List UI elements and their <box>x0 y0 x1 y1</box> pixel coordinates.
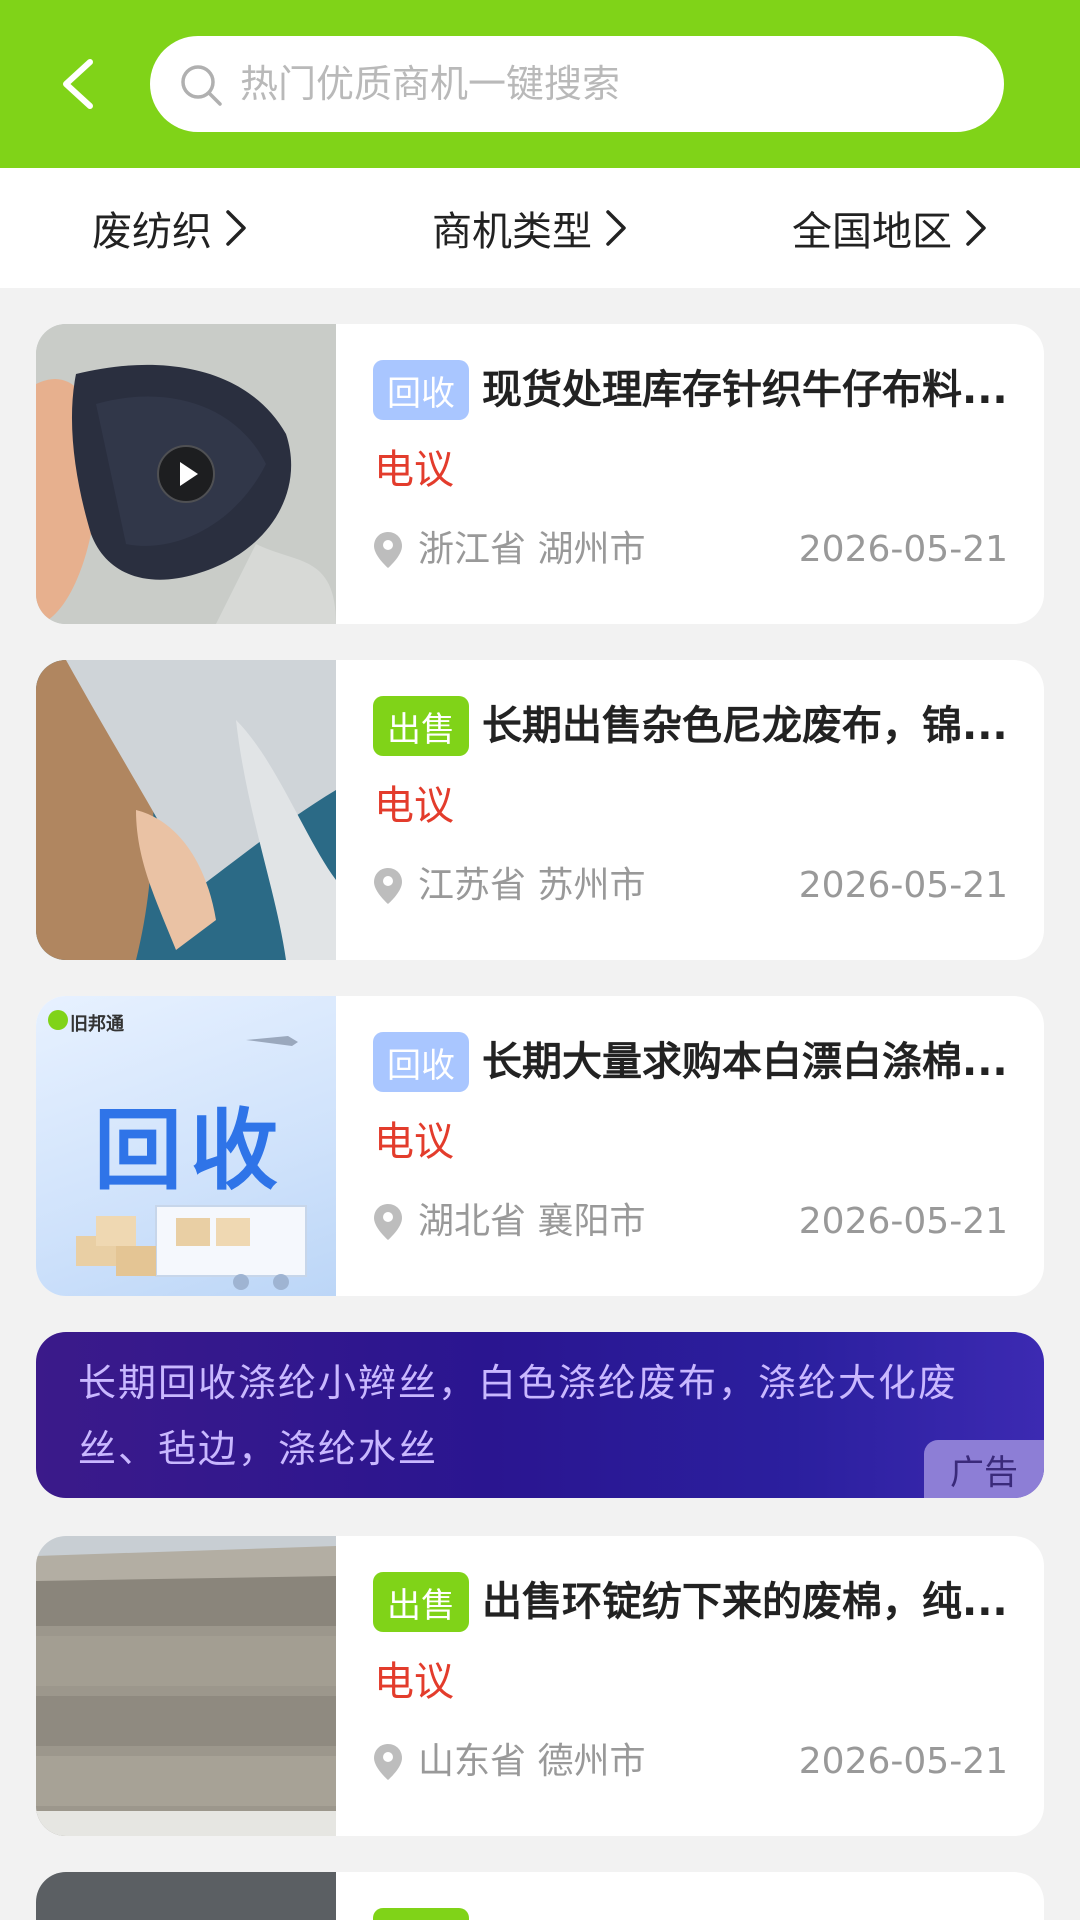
listing-location: 浙江省 湖州市 <box>418 529 646 570</box>
filter-bar: 废纺织 商机类型 全国地区 <box>0 168 1080 288</box>
play-icon[interactable] <box>156 444 216 504</box>
listing-date: 2026-05-21 <box>798 865 1008 906</box>
tag-badge: 出售 <box>373 1572 469 1632</box>
chevron-left-icon <box>63 59 93 109</box>
search-bar[interactable] <box>150 36 1004 132</box>
ad-text: 长期回收涤纶小辫丝，白色涤纶废布，涤纶大化废丝、毡边，涤纶水丝 <box>78 1361 959 1471</box>
listing-price: 电议 <box>374 447 454 493</box>
listing-card-partial[interactable] <box>36 1872 1044 1920</box>
listing-date: 2026-05-21 <box>798 1201 1008 1242</box>
listing-card[interactable]: 出售 长期出售杂色尼龙废布，锦... 电议 江苏省 苏州市 2026-05-21 <box>36 660 1044 960</box>
back-button[interactable] <box>52 52 112 116</box>
tag-badge: 出售 <box>373 696 469 756</box>
top-bar <box>0 0 1080 168</box>
filter-region-label: 全国地区 <box>792 209 952 255</box>
ad-banner[interactable]: 长期回收涤纶小辫丝，白色涤纶废布，涤纶大化废丝、毡边，涤纶水丝 广告 <box>36 1332 1044 1498</box>
listing-thumbnail <box>36 1872 336 1920</box>
tag-badge: 回收 <box>373 360 469 420</box>
listing-price: 电议 <box>374 1659 454 1705</box>
listing-location: 江苏省 苏州市 <box>418 865 646 906</box>
location-pin-icon <box>374 1204 402 1240</box>
chevron-right-icon <box>966 210 986 246</box>
tag-badge-partial <box>373 1908 469 1920</box>
listing-location: 湖北省 襄阳市 <box>418 1201 646 1242</box>
filter-category-label: 废纺织 <box>92 209 212 255</box>
filter-type-label: 商机类型 <box>432 209 592 255</box>
listing-thumbnail: 旧邦通 回收 <box>36 996 336 1296</box>
listing-title: 出售环锭纺下来的废棉，纯... <box>482 1579 1008 1625</box>
chevron-right-icon <box>226 210 246 246</box>
listing-date: 2026-05-21 <box>798 1741 1008 1782</box>
listing-thumbnail <box>36 324 336 624</box>
location-pin-icon <box>374 532 402 568</box>
location-pin-icon <box>374 1744 402 1780</box>
listing-card[interactable]: 旧邦通 回收 回收 长期大量求购本白漂白涤棉... 电议 湖北省 襄阳市 202… <box>36 996 1044 1296</box>
location-pin-icon <box>374 868 402 904</box>
listing-date: 2026-05-21 <box>798 529 1008 570</box>
listing-title: 长期大量求购本白漂白涤棉... <box>482 1039 1008 1085</box>
search-icon <box>181 65 222 106</box>
chevron-right-icon <box>606 210 626 246</box>
listing-thumbnail <box>36 1536 336 1836</box>
listing-thumbnail <box>36 660 336 960</box>
listing-card[interactable]: 回收 现货处理库存针织牛仔布料... 电议 浙江省 湖州市 2026-05-21 <box>36 324 1044 624</box>
listing-title: 长期出售杂色尼龙废布，锦... <box>482 703 1008 749</box>
ad-badge: 广告 <box>924 1440 1044 1498</box>
tag-badge: 回收 <box>373 1032 469 1092</box>
listing-card[interactable]: 出售 出售环锭纺下来的废棉，纯... 电议 山东省 德州市 2026-05-21 <box>36 1536 1044 1836</box>
filter-region[interactable]: 全国地区 <box>792 168 990 288</box>
listing-price: 电议 <box>374 1119 454 1165</box>
filter-type[interactable]: 商机类型 <box>432 168 630 288</box>
filter-category[interactable]: 废纺织 <box>92 168 250 288</box>
listing-location: 山东省 德州市 <box>418 1741 646 1782</box>
listing-price: 电议 <box>374 783 454 829</box>
search-input[interactable] <box>238 36 978 132</box>
listing-title: 现货处理库存针织牛仔布料... <box>482 367 1008 413</box>
